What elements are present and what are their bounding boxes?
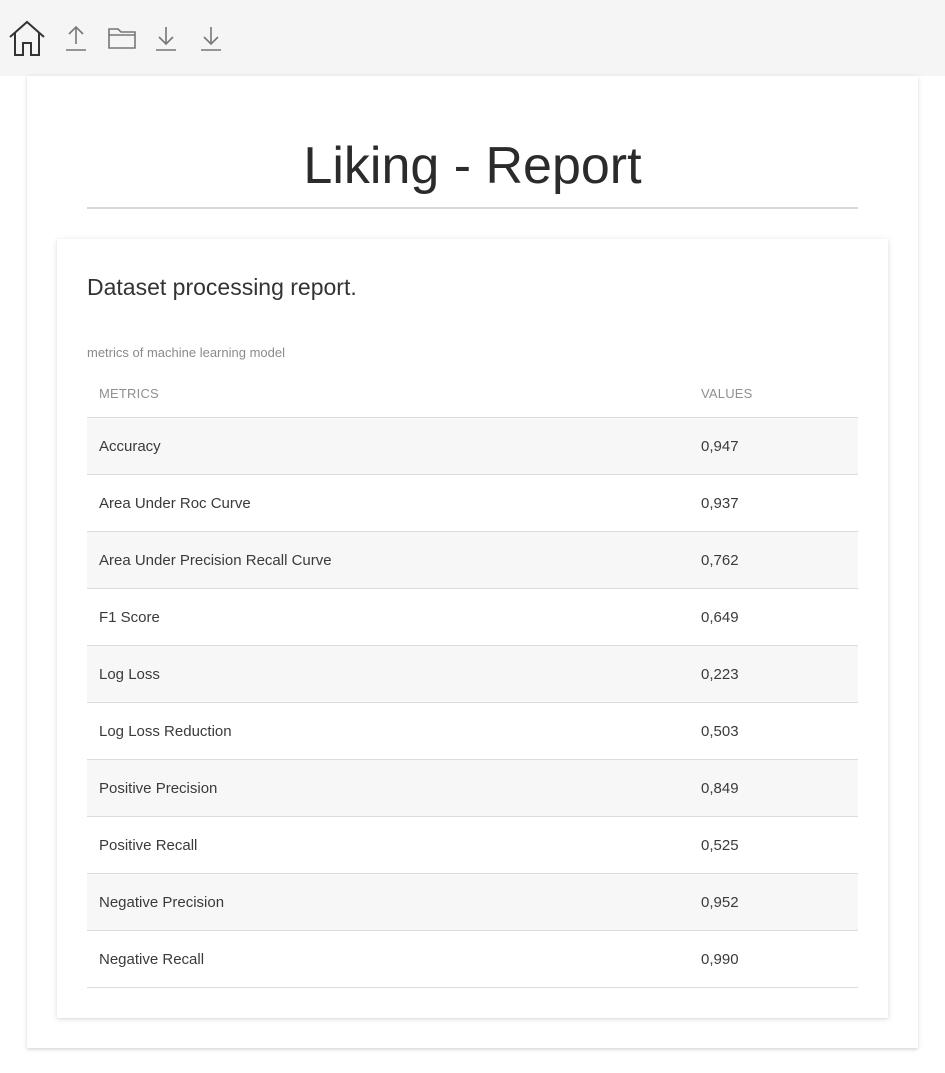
table-row: Log Loss Reduction 0,503	[87, 702, 858, 760]
download-button[interactable]	[146, 18, 186, 58]
table-row: Positive Recall 0,525	[87, 816, 858, 874]
metric-name: Negative Precision	[87, 873, 689, 931]
table-row: Positive Precision 0,849	[87, 759, 858, 817]
table-row: Accuracy 0,947	[87, 417, 858, 475]
table-row: F1 Score 0,649	[87, 588, 858, 646]
upload-icon	[64, 24, 88, 52]
metric-name: Area Under Precision Recall Curve	[87, 531, 689, 589]
download-icon	[154, 24, 178, 52]
metric-value: 0,952	[689, 873, 858, 931]
column-header-metrics: METRICS	[87, 370, 689, 418]
table-row: Log Loss 0,223	[87, 645, 858, 703]
metrics-table: METRICS VALUES Accuracy 0,947 Area Under…	[87, 370, 858, 988]
metric-name: F1 Score	[87, 588, 689, 646]
title-divider	[87, 207, 858, 209]
top-toolbar	[0, 0, 945, 76]
metric-name: Positive Recall	[87, 816, 689, 874]
report-card: Dataset processing report. metrics of ma…	[57, 239, 888, 1018]
column-header-values: VALUES	[689, 370, 858, 418]
metric-value: 0,762	[689, 531, 858, 589]
metric-value: 0,947	[689, 417, 858, 475]
page-title: Liking - Report	[303, 137, 642, 195]
upload-button[interactable]	[56, 18, 96, 58]
metric-value: 0,223	[689, 645, 858, 703]
metric-value: 0,649	[689, 588, 858, 646]
home-button[interactable]	[7, 18, 47, 58]
table-row: Area Under Precision Recall Curve 0,762	[87, 531, 858, 589]
metric-value: 0,503	[689, 702, 858, 760]
metric-name: Negative Recall	[87, 930, 689, 988]
metric-name: Area Under Roc Curve	[87, 474, 689, 532]
home-icon	[7, 18, 47, 58]
folder-icon	[107, 26, 137, 50]
metric-name: Accuracy	[87, 417, 689, 475]
table-row: Negative Recall 0,990	[87, 930, 858, 988]
metric-value: 0,849	[689, 759, 858, 817]
section-title: Dataset processing report.	[87, 274, 357, 300]
report-container: Liking - Report Dataset processing repor…	[27, 76, 918, 1048]
metric-value: 0,525	[689, 816, 858, 874]
download-icon	[199, 24, 223, 52]
metric-value: 0,937	[689, 474, 858, 532]
download-report-button[interactable]	[191, 18, 231, 58]
metric-value: 0,990	[689, 930, 858, 988]
metric-name: Positive Precision	[87, 759, 689, 817]
table-caption: metrics of machine learning model	[87, 345, 285, 360]
table-row: Area Under Roc Curve 0,937	[87, 474, 858, 532]
table-row: Negative Precision 0,952	[87, 873, 858, 931]
open-folder-button[interactable]	[102, 18, 142, 58]
table-header-row: METRICS VALUES	[87, 370, 858, 418]
metric-name: Log Loss Reduction	[87, 702, 689, 760]
metric-name: Log Loss	[87, 645, 689, 703]
